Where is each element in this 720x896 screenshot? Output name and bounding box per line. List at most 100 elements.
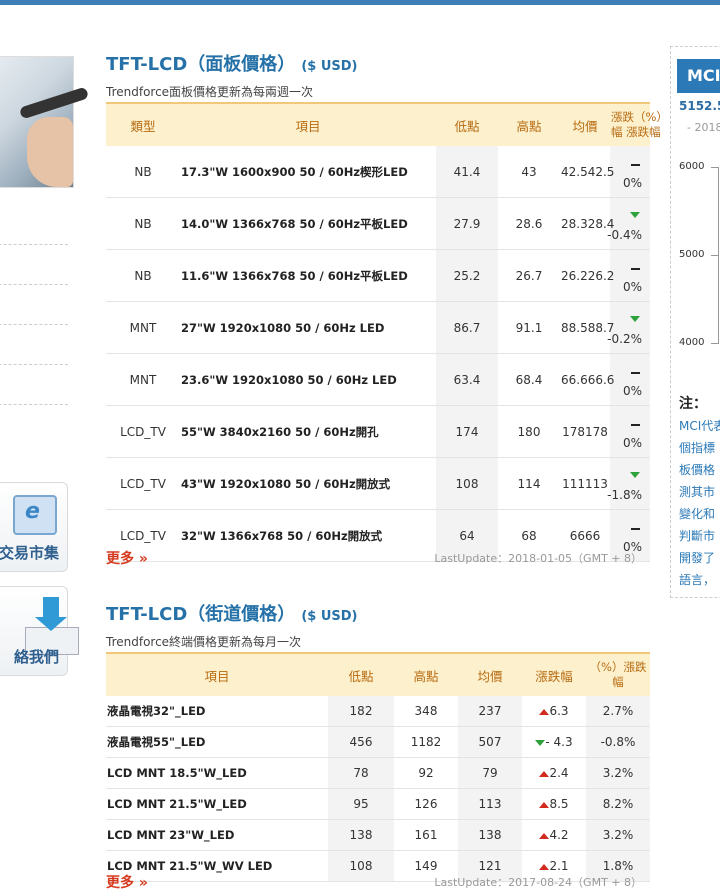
cell-item: 55"W 3840x2160 50 / 60Hz開孔: [180, 405, 436, 458]
col-header-avg: 均價: [560, 102, 610, 146]
browser-icon: e: [13, 495, 57, 535]
cell-high: 91.1: [498, 301, 560, 354]
mci-date: - 2018: [687, 121, 720, 134]
cell-low: 78: [328, 757, 394, 789]
left-sidebar: e 交易市集 絡我們: [0, 46, 90, 686]
up-arrow-icon: [539, 864, 550, 870]
cell-avg: 28.328.4: [560, 197, 614, 250]
cell-change: -1.8%: [607, 457, 650, 510]
cell-item: 11.6"W 1366x768 50 / 60Hz平板LED: [180, 249, 436, 302]
cell-avg: 111113: [560, 457, 610, 510]
up-arrow-icon: [539, 833, 550, 839]
cell-change: 0%: [610, 353, 650, 406]
cell-high: 92: [394, 757, 458, 789]
col-header-low: 低點: [328, 652, 394, 696]
contact-us-button[interactable]: 絡我們: [0, 586, 79, 676]
cell-change-pct: 3.2%: [586, 757, 650, 789]
col-header-change: 漲跌幅: [522, 652, 586, 696]
cell-high: 114: [498, 457, 560, 510]
panel-price-more-link[interactable]: 更多 »: [106, 548, 148, 568]
flat-dash-icon: [631, 164, 640, 166]
col-header-change-pct: （%）漲跌幅: [586, 652, 650, 696]
cell-change-pct: -0.8%: [586, 726, 650, 758]
exchange-market-button[interactable]: e 交易市集: [0, 482, 68, 572]
mci-axis: [718, 167, 719, 343]
cell-low: 108: [328, 850, 394, 882]
mci-note-line: 判斷市: [679, 529, 716, 543]
col-header-high: 高點: [394, 652, 458, 696]
hand-image: [27, 117, 73, 187]
flat-dash-icon: [631, 268, 640, 270]
mci-title[interactable]: MCI: [677, 59, 720, 93]
table-row: NB 11.6"W 1366x768 50 / 60Hz平板LED 25.2 26.7…: [106, 249, 650, 302]
exchange-market-label: 交易市集: [0, 544, 59, 562]
table-row: LCD MNT 23"W_LED 138 161 138 4.2 3.2%: [106, 819, 650, 851]
banner-photo: [0, 56, 90, 188]
cell-change-pct: 2.7%: [586, 696, 650, 727]
cell-low: 138: [328, 819, 394, 851]
cell-low: 174: [436, 405, 498, 458]
table-row: LCD_TV 43"W 1920x1080 50 / 60Hz開放式 108 114 1…: [106, 457, 650, 510]
col-header-high: 高點: [498, 102, 560, 146]
pen-image: [18, 86, 90, 120]
mci-ytick: 6000: [679, 161, 705, 172]
table-header-row: 項目 低點 高點 均價 漲跌幅 （%）漲跌幅: [106, 652, 650, 696]
mci-note-line: MCI代表: [679, 419, 720, 433]
table-row: MNT 23.6"W 1920x1080 50 / 60Hz LED 63.4 68.…: [106, 353, 650, 406]
table-row: LCD MNT 21.5"W_LED 95 126 113 8.5 8.2%: [106, 788, 650, 820]
cell-item: 32"W 1366x768 50 / 60Hz開放式: [180, 509, 436, 562]
contact-us-label: 絡我們: [13, 648, 59, 666]
table-row: MNT 27"W 1920x1080 50 / 60Hz LED 86.7 91.1 8…: [106, 301, 650, 354]
up-arrow-icon: [539, 771, 550, 777]
cell-type: NB: [106, 197, 180, 250]
panel-price-table: 類型 項目 低點 高點 均價 漲跌（%）幅 漲跌幅 NB 17.3"W 1600x…: [106, 102, 668, 562]
cell-avg: 113: [458, 788, 522, 820]
table-row: NB 17.3"W 1600x900 50 / 60Hz楔形LED 41.4 43 42…: [106, 146, 650, 198]
cell-high: 68.4: [498, 353, 560, 406]
mci-note-line: 變化和: [679, 507, 716, 521]
cell-item: LCD MNT 18.5"W_LED: [106, 757, 328, 789]
down-arrow-icon: [535, 740, 546, 746]
table-row: 液晶電視55"_LED 456 1182 507- 4.3 -0.8%: [106, 726, 650, 758]
cell-low: 95: [328, 788, 394, 820]
cell-high: 348: [394, 696, 458, 727]
cell-item: LCD MNT 21.5"W_LED: [106, 788, 328, 820]
panel-price-subtitle: Trendforce面板價格更新為每兩週一次: [106, 85, 314, 99]
mci-ytick: 5000: [679, 249, 705, 260]
cell-change: 0%: [610, 405, 650, 458]
col-header-low: 低點: [436, 102, 498, 146]
cell-item: 43"W 1920x1080 50 / 60Hz開放式: [180, 457, 436, 510]
sidebar-divider: [0, 284, 68, 286]
cell-low: 456: [328, 726, 394, 758]
cell-item: 27"W 1920x1080 50 / 60Hz LED: [180, 301, 436, 354]
cell-avg: 88.588.7: [560, 301, 614, 354]
cell-item: LCD MNT 23"W_LED: [106, 819, 328, 851]
cell-change: -0.2%: [607, 301, 650, 354]
cell-avg: 26.226.2: [560, 249, 614, 302]
table-row: LCD_TV 55"W 3840x2160 50 / 60Hz開孔 174 180 17…: [106, 405, 650, 458]
street-price-subtitle: Trendforce終端價格更新為每月一次: [106, 635, 302, 649]
cell-change: 0%: [610, 146, 650, 198]
cell-avg: 66.666.6: [560, 353, 614, 406]
cell-change-pct: 8.2%: [586, 788, 650, 820]
cell-type: MNT: [106, 353, 180, 406]
cell-low: 86.7: [436, 301, 498, 354]
cell-type: LCD_TV: [106, 405, 180, 458]
cell-low: 182: [328, 696, 394, 727]
street-price-more-link[interactable]: 更多 »: [106, 872, 148, 892]
flat-dash-icon: [631, 424, 640, 426]
sidebar-divider: [0, 404, 68, 406]
flat-dash-icon: [631, 528, 640, 530]
cell-change: -0.4%: [607, 197, 650, 250]
up-arrow-icon: [539, 802, 550, 808]
down-arrow-icon: [630, 316, 640, 322]
mci-panel: MCI 5152.5 - 2018 6000 5000 4000 注： MCI代…: [670, 46, 720, 598]
cell-change: - 4.3: [522, 726, 586, 758]
cell-change: 8.5: [522, 788, 586, 820]
cell-change: 0%: [610, 249, 650, 302]
mci-value: 5152.5: [679, 99, 720, 113]
sidebar-divider: [0, 364, 68, 366]
col-header-type: 類型: [106, 102, 180, 146]
cell-type: NB: [106, 249, 180, 302]
cell-avg: 138: [458, 819, 522, 851]
